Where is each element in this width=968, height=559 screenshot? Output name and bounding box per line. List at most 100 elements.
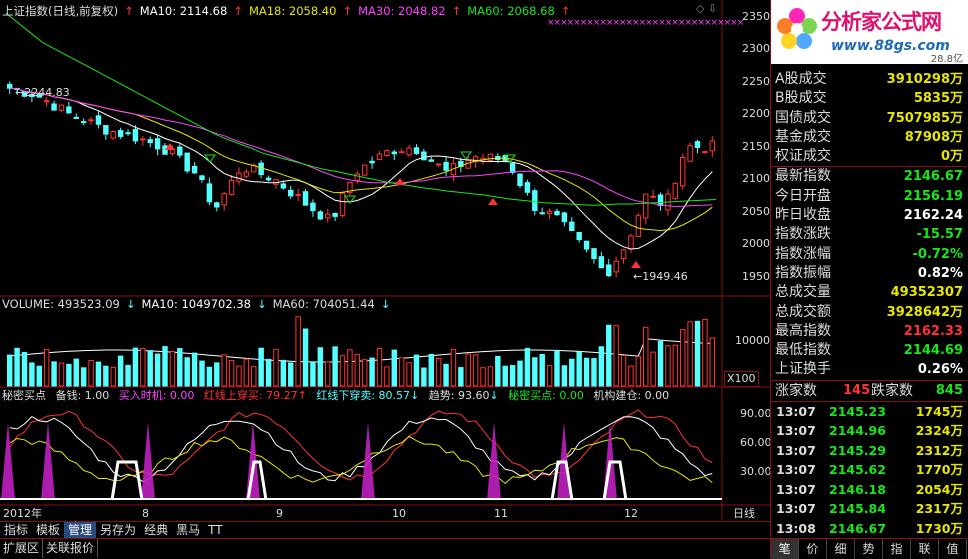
volume-bar (354, 354, 361, 387)
volume-bar (384, 366, 390, 387)
candle-body (613, 260, 619, 273)
candle-body (524, 182, 531, 193)
volume-stat-value: 0万 (940, 149, 963, 165)
tab-1[interactable]: 模板 (32, 522, 64, 538)
ma10-line (9, 87, 713, 250)
arrow-down-icon: ↓ (256, 297, 267, 311)
ind-name: 秘密买点 (2, 389, 46, 402)
candle-body (694, 141, 701, 148)
tab-2[interactable]: 管理 (64, 522, 97, 538)
candle-body (88, 119, 94, 122)
arrow-up-icon: ↑ (233, 4, 243, 18)
tick-amount: 1770万 (915, 462, 963, 478)
volume-bar (546, 365, 553, 387)
candle-body (635, 215, 642, 237)
price-tick-2100: 2100 (742, 172, 770, 186)
right-tab-2[interactable]: 细 (827, 539, 855, 559)
volume-bar (347, 349, 353, 387)
index-stat-value: 49352307 (890, 285, 963, 301)
candle-body (243, 171, 250, 177)
arrow-up-icon: ↑ (297, 389, 307, 402)
index-stat-row: 昨日收盘 2162.24 (771, 206, 967, 225)
tick-amount: 2324万 (915, 423, 963, 439)
period-label[interactable]: 日线 (733, 507, 755, 521)
index-stat-key: 总成交量 (775, 284, 831, 301)
volume-bar (243, 358, 250, 387)
right-tab-5[interactable]: 联 (911, 539, 939, 559)
candle-body (125, 132, 131, 135)
ind-qushi: 趋势: 93.60 (428, 389, 490, 402)
kline-chart[interactable] (0, 0, 770, 520)
tick-row: 13:07 2146.18 2054万 (771, 480, 967, 500)
right-tab-4[interactable]: 指 (883, 539, 911, 559)
candle-body (310, 202, 316, 212)
buy-arrow-icon (395, 178, 405, 185)
bottom-tab-0[interactable]: 扩展区 (0, 539, 44, 558)
arrow-down-icon: ↓ (125, 297, 136, 311)
candle-body (110, 130, 116, 139)
logo-partial-text: 28.8亿 (930, 54, 963, 65)
volume-bar (88, 360, 94, 387)
volume-bar (539, 353, 545, 387)
arrow-down-icon: ↓ (380, 297, 391, 311)
candle-body (339, 192, 346, 216)
candle-body (132, 128, 139, 142)
volume-bar (110, 366, 116, 387)
right-tab-0[interactable]: 笔 (771, 539, 799, 559)
tab-4[interactable]: 经典 (140, 522, 172, 538)
volume-bar (694, 320, 701, 387)
index-stat-key: 今日开盘 (775, 187, 831, 204)
chart-area[interactable]: 上证指数(日线,前复权) ↑ MA10: 2114.68 ↑ MA18: 2058.40… (0, 0, 772, 521)
ind-axis-90: 90.00 (740, 407, 772, 420)
candle-body (539, 212, 545, 215)
candle-body (199, 175, 205, 181)
right-tab-3[interactable]: 势 (855, 539, 883, 559)
tick-time: 13:08 (776, 520, 816, 536)
index-stat-value: -0.72% (912, 246, 964, 262)
volume-bar (154, 353, 161, 387)
tab-5[interactable]: 黑马 (172, 522, 204, 538)
diamond-icon[interactable]: ◇ (696, 2, 704, 16)
candle-body (680, 156, 686, 187)
candle-body (103, 125, 109, 135)
candle-body (620, 249, 627, 260)
candle-body (221, 193, 227, 206)
tab-0[interactable]: 指标 (0, 522, 32, 538)
candle-body (369, 160, 375, 164)
volume-bar (472, 354, 479, 387)
ma30-label: MA30: 2048.82 (358, 4, 446, 18)
right-tab-6[interactable]: 值 (939, 539, 967, 559)
volume-stat-key: 国债成交 (775, 109, 831, 126)
arrow-up-icon: ↑ (124, 4, 134, 18)
candle-body (6, 83, 13, 89)
bottom-tab-1[interactable]: 关联报价 (43, 539, 99, 558)
volume-bar (169, 350, 176, 387)
volume-bar (465, 353, 471, 387)
volume-bar (191, 352, 198, 387)
buy-arrow-icon (631, 261, 641, 268)
candle-body (672, 182, 679, 199)
index-stat-row: 指数涨跌 -15.57 (771, 225, 967, 244)
tab-3[interactable]: 另存为 (96, 522, 140, 538)
right-tab-1[interactable]: 价 (799, 539, 827, 559)
indicator-tabbar: 指标 模板 管理 另存为 经典 黑马 TT (0, 521, 770, 539)
volume-bar (569, 358, 575, 387)
volume-stat-value: 3910298万 (886, 72, 963, 87)
candle-body (332, 212, 338, 217)
price-tick-2050: 2050 (742, 204, 770, 218)
index-stat-row: 今日开盘 2156.19 (771, 187, 967, 206)
collapse-icon[interactable]: ⇩ (708, 2, 717, 16)
volume-bar (51, 361, 57, 387)
tick-price: 2145.23 (829, 403, 886, 419)
ind-jigou: 机构建仓: 0.00 (593, 389, 670, 402)
volume-bar (265, 358, 272, 387)
tick-time: 13:07 (776, 423, 816, 439)
volume-bar (576, 351, 582, 387)
tick-row: 13:07 2145.62 1770万 (771, 460, 967, 480)
volume-bar (613, 324, 619, 387)
candle-body (95, 115, 102, 125)
volume-bar (228, 359, 235, 387)
tab-6[interactable]: TT (204, 522, 226, 538)
candle-body (702, 151, 708, 154)
candle-body (228, 179, 235, 196)
